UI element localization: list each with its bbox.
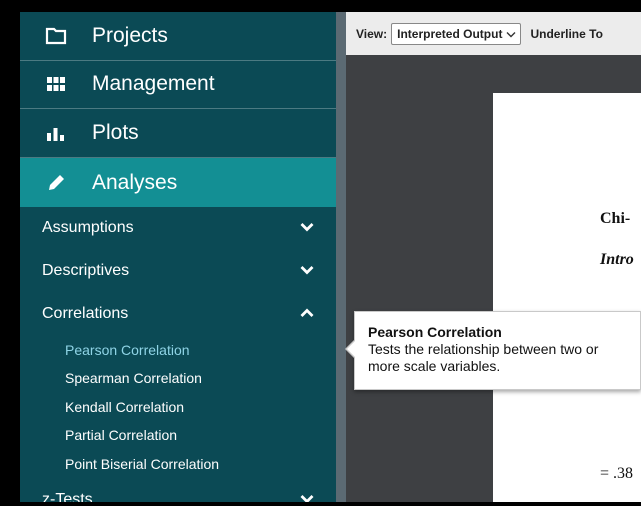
item-point-biserial-correlation[interactable]: Point Biserial Correlation [65,456,219,472]
section-descriptives[interactable]: Descriptives [20,251,336,291]
view-select-value: Interpreted Output [397,26,503,41]
section-assumptions[interactable]: Assumptions [20,208,336,248]
tooltip-arrow [347,341,355,357]
item-pearson-correlation[interactable]: Pearson Correlation [65,342,190,358]
document-page: Chi- Intro Resi = .38 [493,93,641,502]
item-spearman-correlation[interactable]: Spearman Correlation [65,370,202,386]
chevron-down-icon [300,219,314,237]
nav-plots[interactable]: Plots [20,109,336,158]
nav-management[interactable]: Management [20,60,336,109]
nav-analyses[interactable]: Analyses [20,158,336,207]
nav-analyses-label: Analyses [92,170,178,194]
nav-management-label: Management [92,72,215,95]
tooltip-title: Pearson Correlation [368,324,502,340]
section-correlations[interactable]: Correlations [20,294,336,334]
tooltip: Pearson Correlation Tests the relationsh… [345,311,641,390]
folder-icon [20,27,92,45]
nav-plots-label: Plots [92,121,139,144]
chevron-down-icon [300,491,314,502]
nav-projects-label: Projects [92,24,168,47]
nav-projects[interactable]: Projects [20,12,336,61]
item-kendall-correlation[interactable]: Kendall Correlation [65,399,184,415]
section-correlations-label: Correlations [42,305,129,322]
panel-splitter[interactable] [336,12,346,502]
window-frame: Projects Management Plots Analyses Assum… [0,0,641,506]
output-toolbar: View: Interpreted Output Underline To [346,12,641,55]
sidebar: Projects Management Plots Analyses Assum… [20,12,336,502]
doc-intro-heading: Intro [600,251,634,268]
section-z-tests-label: z-Tests [42,491,93,502]
view-label: View: [356,26,388,41]
doc-heading: Chi- [600,210,631,227]
view-select[interactable]: Interpreted Output [391,22,522,45]
section-assumptions-label: Assumptions [42,219,134,236]
section-descriptives-label: Descriptives [42,262,130,279]
section-z-tests[interactable]: z-Tests [20,480,336,502]
doc-text: = .38 [600,465,634,482]
chevron-down-icon [300,262,314,280]
tooltip-body: Tests the relationship between two or mo… [368,341,599,374]
grid-icon [20,77,92,91]
pencil-icon [20,173,92,193]
bar-chart-icon [20,125,92,141]
underline-toggle-label[interactable]: Underline To [530,27,602,41]
output-panel: View: Interpreted Output Underline To Ch… [346,12,641,502]
item-partial-correlation[interactable]: Partial Correlation [65,427,177,443]
chevron-down-icon [506,27,516,41]
chevron-up-icon [300,305,314,323]
